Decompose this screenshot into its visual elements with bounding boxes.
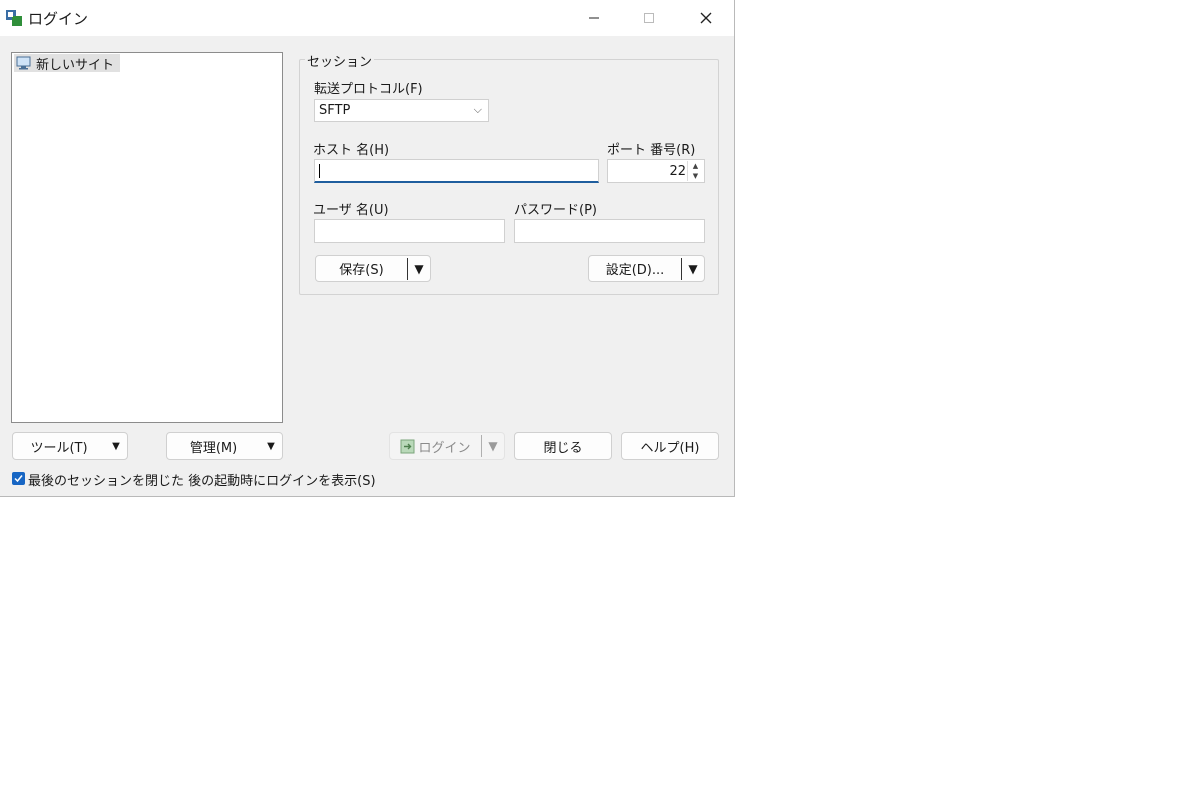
- show-login-checkbox[interactable]: [12, 472, 25, 485]
- manage-button-label: 管理(M): [189, 440, 238, 456]
- checkmark-icon: [14, 475, 23, 483]
- close-icon: [700, 12, 712, 24]
- save-button[interactable]: 保存(S) ▼: [315, 255, 431, 282]
- help-button-label: ヘルプ(H): [640, 440, 700, 456]
- login-button-content: ログイン: [390, 437, 481, 456]
- monitor-icon: [16, 56, 31, 70]
- save-button-label: 保存(S): [339, 263, 384, 278]
- spin-down-icon[interactable]: ▼: [688, 171, 703, 181]
- maximize-button[interactable]: [621, 0, 677, 36]
- port-spinner[interactable]: ▲ ▼: [687, 161, 703, 181]
- manage-button[interactable]: 管理(M) ▼: [166, 432, 283, 460]
- chevron-down-icon: ⌵: [473, 103, 482, 116]
- dropdown-arrow-icon[interactable]: ▼: [682, 262, 704, 276]
- tree-item-new-site[interactable]: 新しいサイト: [14, 54, 121, 73]
- maximize-icon: [644, 13, 654, 23]
- login-icon: [400, 439, 415, 453]
- password-label: パスワード(P): [514, 203, 597, 218]
- settings-button[interactable]: 設定(D)... ▼: [588, 255, 705, 282]
- dropdown-arrow-icon: ▼: [267, 440, 275, 452]
- tree-item-label: 新しいサイト: [36, 57, 115, 73]
- protocol-label: 転送プロトコル(F): [314, 82, 423, 97]
- minimize-button[interactable]: [566, 0, 622, 36]
- text-caret: [319, 164, 320, 178]
- host-label: ホスト 名(H): [313, 143, 390, 158]
- protocol-select[interactable]: SFTP ⌵: [314, 99, 489, 122]
- port-input[interactable]: 22 ▲ ▼: [607, 159, 705, 183]
- site-tree[interactable]: 新しいサイト: [11, 52, 283, 423]
- user-label: ユーザ 名(U): [313, 203, 389, 218]
- show-login-checkbox-label[interactable]: 最後のセッションを閉じた 後の起動時にログインを表示(S): [28, 470, 376, 489]
- tools-button-label: ツール(T): [30, 440, 88, 456]
- password-input[interactable]: [514, 219, 705, 243]
- protocol-value: SFTP: [319, 103, 351, 118]
- close-window-button[interactable]: [678, 0, 734, 36]
- settings-button-label: 設定(D)...: [605, 263, 665, 278]
- app-icon: [6, 10, 22, 26]
- session-group-label: セッション: [305, 51, 375, 70]
- dropdown-arrow-icon[interactable]: ▼: [408, 262, 430, 276]
- minimize-icon: [589, 17, 599, 19]
- login-button[interactable]: ログイン ▼: [389, 432, 505, 460]
- login-button-label: ログイン: [418, 440, 471, 456]
- help-button[interactable]: ヘルプ(H): [621, 432, 719, 460]
- host-input[interactable]: [314, 159, 599, 183]
- spin-up-icon[interactable]: ▲: [688, 161, 703, 171]
- close-button-label: 閉じる: [543, 440, 583, 456]
- close-button[interactable]: 閉じる: [514, 432, 612, 460]
- dropdown-arrow-icon: ▼: [112, 440, 120, 452]
- dropdown-arrow-icon: ▼: [488, 439, 498, 453]
- user-input[interactable]: [314, 219, 505, 243]
- tools-button[interactable]: ツール(T) ▼: [12, 432, 128, 460]
- port-value: 22: [669, 164, 686, 179]
- window-title: ログイン: [28, 10, 89, 28]
- port-label: ポート 番号(R): [607, 143, 696, 158]
- login-dialog: ログイン 新しいサイト セッション 転送プロトコル(F) SFTP ⌵ ホスト …: [0, 0, 735, 497]
- title-bar: ログイン: [0, 0, 734, 36]
